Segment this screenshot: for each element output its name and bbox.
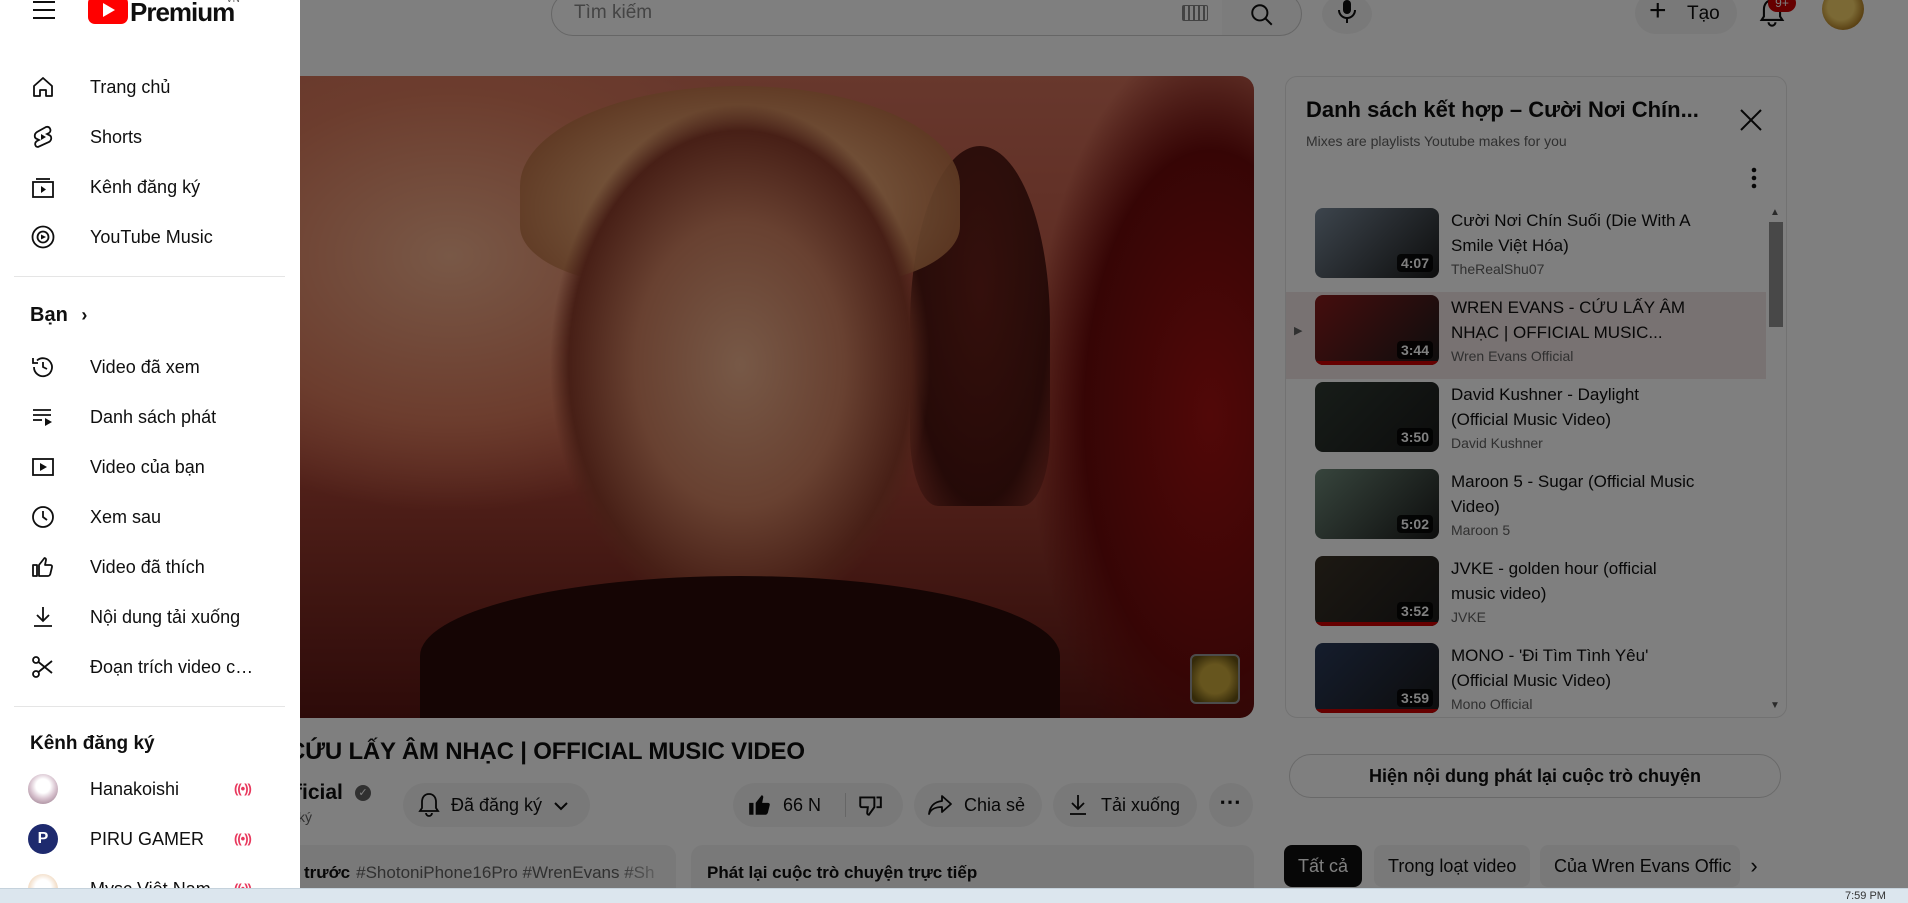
subscription-item[interactable]: Hanakoishi ((•)) [0,764,285,814]
nav-item-label: Đoạn trích video của bạn [90,657,260,677]
nav-item-playlists[interactable]: Danh sách phát [0,392,285,442]
clips-icon [32,656,53,678]
os-taskbar [0,888,1908,903]
nav-item-label: Video đã thích [90,557,205,577]
nav-item-label: YouTube Music [90,227,213,247]
nav-item-label: Shorts [90,127,143,147]
your-videos-icon [32,458,54,476]
youtube-logo-icon[interactable] [88,0,128,24]
playlists-icon [33,409,52,426]
nav-item-label: Video đã xem [90,357,200,377]
nav-item-downloads[interactable]: Nội dung tải xuống [0,592,285,642]
drawer-divider [14,276,285,277]
nav-item-clips[interactable]: Đoạn trích video của bạn [0,642,285,692]
nav-item-label: Kênh đăng ký [90,177,201,197]
nav-item-label: Video của bạn [90,457,205,477]
nav-item-subscriptions[interactable]: Kênh đăng ký [0,162,285,212]
subscription-name: PIRU GAMER [90,829,205,849]
youtube-watch-page: Tìm kiếm + Tạo 9+ [0,0,1908,903]
nav-item-your-videos[interactable]: Video của bạn [0,442,285,492]
logo-text[interactable]: Premium [130,0,235,28]
history-icon [32,357,53,378]
subscriptions-section-title: Kênh đăng ký [30,733,155,754]
downloads-icon [34,607,52,627]
taskbar-clock: 7:59 PM [1845,890,1886,902]
drawer-divider [14,706,285,707]
you-section-title[interactable]: Bạn › [30,304,87,327]
nav-item-label: Nội dung tải xuống [90,607,241,627]
nav-item-label: Danh sách phát [90,407,217,427]
nav-item-watch-later[interactable]: Xem sau [0,492,285,542]
you-section-label: Bạn [30,304,68,326]
nav-item-home[interactable]: Trang chủ [0,62,285,112]
nav-item-label: Trang chủ [90,77,171,97]
nav-item-label: Xem sau [90,507,162,527]
subscription-name: Hanakoishi [90,779,180,799]
subscription-item[interactable]: P PIRU GAMER ((•)) [0,814,285,864]
watch-later-icon [32,506,54,528]
liked-videos-icon [32,557,53,577]
live-indicator-icon: ((•)) [234,831,252,846]
live-indicator-icon: ((•)) [234,781,252,796]
avatar: P [28,824,58,854]
avatar [28,774,58,804]
nav-item-liked-videos[interactable]: Video đã thích [0,542,285,592]
chevron-right-icon: › [81,305,88,325]
nav-item-history[interactable]: Video đã xem [0,342,285,392]
shorts-icon [33,125,53,148]
home-icon [33,77,53,97]
youtube-music-icon [31,225,55,249]
nav-item-shorts[interactable]: Shorts [0,112,285,162]
subscriptions-icon [32,178,54,198]
hamburger-menu-icon[interactable] [32,0,56,20]
logo-region-code: VN [226,0,240,5]
guide-drawer: Premium VN Trang chủ Shorts Kênh đăng ký… [0,0,300,903]
nav-item-youtube-music[interactable]: YouTube Music [0,212,285,262]
